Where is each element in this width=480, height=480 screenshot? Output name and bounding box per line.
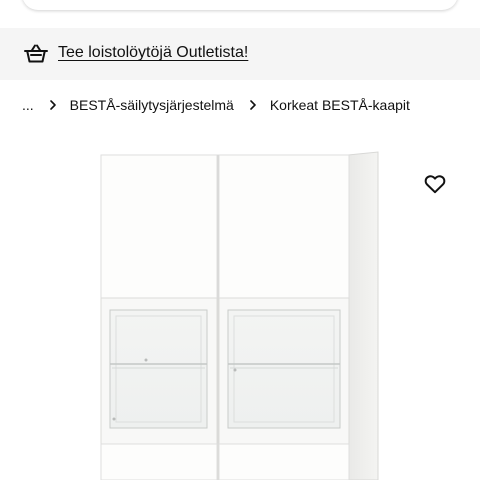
- chevron-right-icon: [246, 98, 260, 112]
- promo-banner[interactable]: Tee loistolöytöjä Outletista!: [0, 28, 480, 80]
- breadcrumb-item-besta-storage[interactable]: BESTÅ-säilytysjärjestelmä: [70, 97, 234, 113]
- outlet-promo-link[interactable]: Tee loistolöytöjä Outletista!: [58, 44, 248, 62]
- chevron-right-icon: [46, 98, 60, 112]
- breadcrumb-item-tall-besta-cabinets[interactable]: Korkeat BESTÅ-kaapit: [270, 97, 410, 113]
- basket-icon: [24, 42, 48, 66]
- breadcrumb-ellipsis[interactable]: ...: [22, 97, 34, 113]
- breadcrumb: ... BESTÅ-säilytysjärjestelmä Korkeat BE…: [22, 95, 410, 115]
- heart-icon: [424, 174, 446, 199]
- search-bar[interactable]: [22, 0, 458, 10]
- product-image[interactable]: [0, 140, 480, 480]
- add-to-favourites-button[interactable]: [420, 171, 450, 201]
